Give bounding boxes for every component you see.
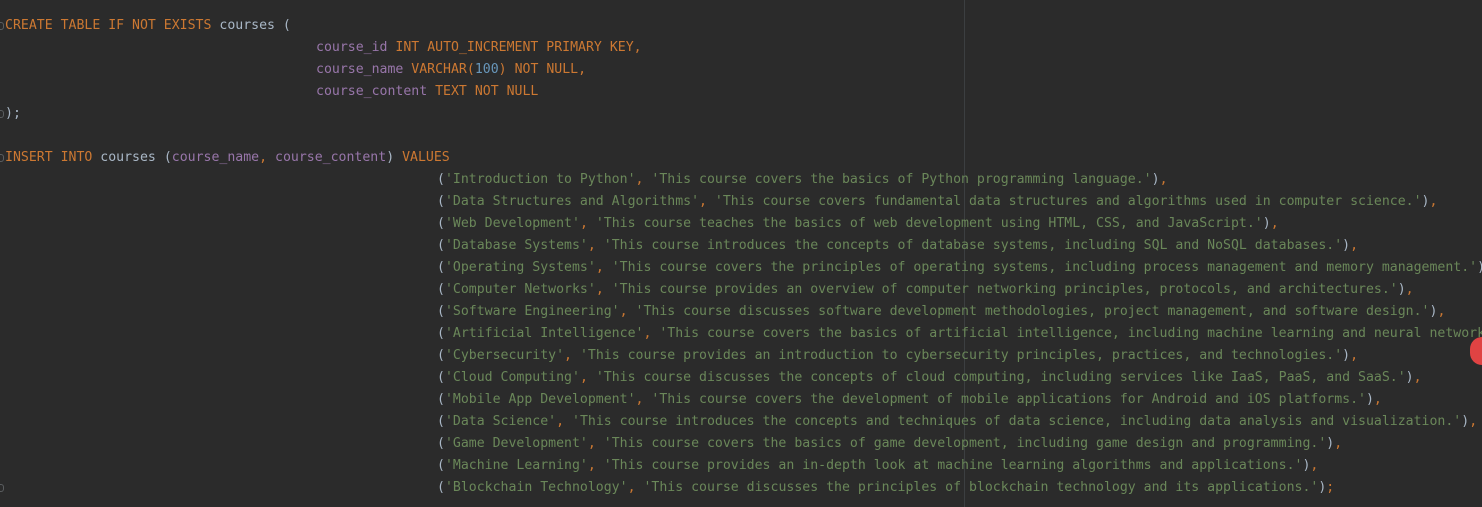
course-content-string: 'This course provides an overview of com…: [611, 282, 1398, 297]
course-content-string: 'This course provides an introduction to…: [579, 348, 1343, 363]
code-line-create-table: CREATE TABLE IF NOT EXISTS courses (: [5, 15, 291, 37]
row-terminator: ,: [1159, 172, 1168, 187]
row-terminator: ,: [1437, 304, 1446, 319]
row-terminator: ,: [1350, 238, 1359, 253]
code-line-close: );: [5, 103, 21, 125]
row-terminator: ;: [1326, 480, 1335, 495]
fold-marker-icon[interactable]: [0, 22, 4, 30]
course-content-string: 'This course teaches the basics of web d…: [595, 216, 1263, 231]
values-row: ('Database Systems', 'This course introd…: [437, 238, 1359, 253]
course-content-string: 'This course covers fundamental data str…: [714, 194, 1422, 209]
row-terminator: ,: [1469, 414, 1478, 429]
course-content-string: 'This course discusses the concepts of c…: [595, 370, 1406, 385]
row-terminator: ,: [1334, 436, 1343, 451]
create-keywords: CREATE TABLE IF NOT EXISTS: [5, 18, 212, 33]
values-row: ('Mobile App Development', 'This course …: [437, 392, 1382, 407]
fold-marker-icon[interactable]: [0, 484, 4, 492]
open-paren: (: [282, 18, 291, 33]
course-content-string: 'This course covers the basics of artifi…: [659, 326, 1482, 341]
course-name-string: 'Cybersecurity': [444, 348, 565, 363]
values-row: ('Computer Networks', 'This course provi…: [437, 282, 1414, 297]
code-line-column: course_name VARCHAR(100) NOT NULL,: [316, 59, 586, 81]
course-name-string: 'Operating Systems': [444, 260, 596, 275]
course-content-string: 'This course discusses the principles of…: [643, 480, 1319, 495]
values-row: ('Cybersecurity', 'This course provides …: [437, 348, 1359, 363]
column-comma: ,: [633, 40, 642, 55]
values-row: ('Game Development', 'This course covers…: [437, 436, 1343, 451]
column-type: INT: [395, 40, 420, 55]
values-row: ('Web Development', 'This course teaches…: [437, 216, 1279, 231]
course-content-string: 'This course covers the development of m…: [651, 392, 1366, 407]
row-terminator: ,: [1429, 194, 1438, 209]
course-name-string: 'Data Structures and Algorithms': [444, 194, 700, 209]
course-name-string: 'Machine Learning': [444, 458, 588, 473]
values-row: ('Blockchain Technology', 'This course d…: [437, 480, 1335, 495]
values-row: ('Data Structures and Algorithms', 'This…: [437, 194, 1438, 209]
course-content-string: 'This course discusses software developm…: [635, 304, 1430, 319]
course-content-string: 'This course introduces the concepts and…: [572, 414, 1462, 429]
code-line-column: course_content TEXT NOT NULL: [316, 81, 538, 103]
insert-keywords: INSERT INTO: [5, 150, 93, 165]
insert-col-name: course_name: [171, 150, 260, 165]
column-constraints: AUTO_INCREMENT PRIMARY KEY: [427, 40, 634, 55]
column-type: VARCHAR(: [411, 62, 475, 77]
course-content-string: 'This course covers the basics of game d…: [603, 436, 1327, 451]
code-line-insert: INSERT INTO courses (course_name, course…: [5, 150, 450, 165]
table-name: courses: [219, 18, 275, 33]
column-name: course_id: [316, 40, 388, 55]
values-row: ('Machine Learning', 'This course provid…: [437, 458, 1319, 473]
course-name-string: 'Introduction to Python': [444, 172, 636, 187]
code-line-column: course_id INT AUTO_INCREMENT PRIMARY KEY…: [316, 37, 642, 59]
row-terminator: ,: [1373, 392, 1382, 407]
row-terminator: ,: [1310, 458, 1319, 473]
values-keyword: VALUES: [402, 150, 450, 165]
row-terminator: ,: [1350, 348, 1359, 363]
course-name-string: 'Computer Networks': [444, 282, 596, 297]
column-comma: ,: [578, 62, 587, 77]
course-name-string: 'Cloud Computing': [444, 370, 580, 385]
insert-col-content: course_content: [275, 150, 387, 165]
values-row: ('Introduction to Python', 'This course …: [437, 172, 1168, 187]
values-row: ('Operating Systems', 'This course cover…: [437, 260, 1482, 275]
course-content-string: 'This course covers the basics of Python…: [651, 172, 1152, 187]
course-name-string: 'Database Systems': [444, 238, 588, 253]
course-name-string: 'Artificial Intelligence': [444, 326, 644, 341]
fold-marker-icon[interactable]: [0, 154, 4, 162]
course-name-string: 'Mobile App Development': [444, 392, 636, 407]
course-name-string: 'Software Engineering': [444, 304, 620, 319]
values-row: ('Artificial Intelligence', 'This course…: [437, 323, 1482, 345]
column-name: course_name: [316, 62, 404, 77]
course-content-string: 'This course introduces the concepts of …: [603, 238, 1343, 253]
course-name-string: 'Game Development': [444, 436, 588, 451]
column-name: course_content: [316, 84, 428, 99]
notification-badge[interactable]: [1470, 337, 1482, 365]
row-terminator: ,: [1405, 282, 1414, 297]
column-type: TEXT: [435, 84, 467, 99]
values-row: ('Software Engineering', 'This course di…: [437, 304, 1446, 319]
close-paren: );: [5, 106, 21, 121]
code-editor[interactable]: CREATE TABLE IF NOT EXISTS courses ( cou…: [0, 0, 1482, 507]
fold-marker-icon[interactable]: [0, 110, 4, 118]
course-content-string: 'This course provides an in-depth look a…: [603, 458, 1303, 473]
insert-table: courses: [100, 150, 156, 165]
column-constraints: NOT NULL: [514, 62, 579, 77]
course-name-string: 'Data Science': [444, 414, 557, 429]
column-size: 100: [474, 62, 499, 77]
column-constraints: NOT NULL: [474, 84, 539, 99]
row-terminator: ,: [1413, 370, 1422, 385]
course-content-string: 'This course covers the principles of op…: [611, 260, 1478, 275]
values-row: ('Data Science', 'This course introduces…: [437, 414, 1478, 429]
course-name-string: 'Web Development': [444, 216, 580, 231]
row-terminator: ,: [1270, 216, 1279, 231]
course-name-string: 'Blockchain Technology': [444, 480, 628, 495]
values-row: ('Cloud Computing', 'This course discuss…: [437, 370, 1422, 385]
column-type-close: ): [498, 62, 507, 77]
